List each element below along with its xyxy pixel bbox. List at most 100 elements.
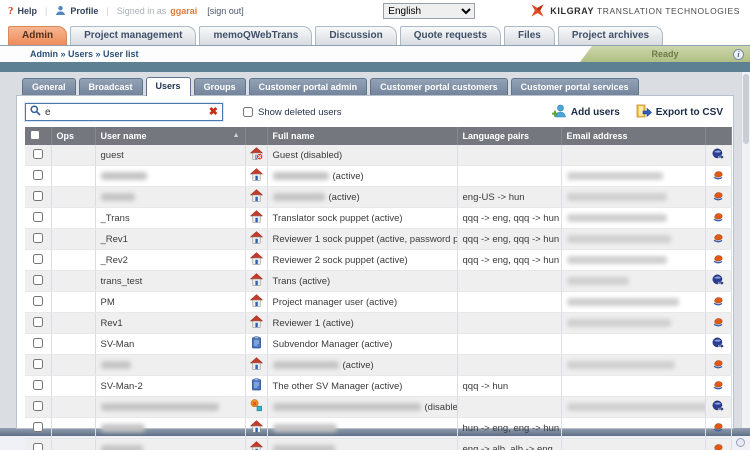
sub-tab-customer-portal-services[interactable]: Customer portal services [511, 78, 639, 95]
globe-arrow-icon[interactable] [712, 274, 724, 289]
info-icon[interactable]: i [733, 49, 744, 60]
row-select-checkbox[interactable] [33, 233, 43, 243]
sub-tab-general[interactable]: General [22, 78, 76, 95]
user-type-cell [245, 418, 267, 439]
nav-tab-discussion[interactable]: Discussion [315, 26, 396, 45]
hand-icon[interactable] [712, 253, 724, 268]
row-select-checkbox[interactable] [33, 254, 43, 264]
row-select-checkbox[interactable] [33, 170, 43, 180]
username-cell[interactable]: _Trans [95, 208, 245, 229]
row-select-checkbox[interactable] [33, 443, 43, 450]
show-deleted-checkbox[interactable] [243, 107, 253, 117]
table-row: hun -> eng, eng -> hun [25, 418, 731, 439]
nav-tab-project-archives[interactable]: Project archives [558, 26, 663, 45]
username-cell[interactable] [95, 166, 245, 187]
nav-tab-project-management[interactable]: Project management [70, 26, 196, 45]
row-select-cell [25, 250, 51, 271]
hand-icon[interactable] [712, 211, 724, 226]
column-header-icon-3[interactable] [245, 127, 267, 145]
language-select[interactable]: English [383, 3, 475, 19]
redacted-text [273, 445, 335, 450]
username-cell[interactable]: _Rev2 [95, 250, 245, 271]
row-select-checkbox[interactable] [33, 359, 43, 369]
username-cell[interactable]: SV-Man [95, 334, 245, 355]
vertical-scrollbar[interactable] [741, 72, 750, 428]
row-select-checkbox[interactable] [33, 212, 43, 222]
export-csv-button[interactable]: Export to CSV [636, 104, 723, 121]
sign-out-link[interactable]: [sign out] [207, 6, 244, 16]
house-icon [250, 420, 263, 436]
globe-arrow-icon[interactable] [712, 337, 724, 352]
username-cell[interactable] [95, 418, 245, 439]
username-cell[interactable]: trans_test [95, 271, 245, 292]
add-users-button[interactable]: Add users [551, 104, 620, 121]
sub-tab-broadcast[interactable]: Broadcast [79, 78, 143, 95]
row-select-checkbox[interactable] [33, 149, 43, 159]
language-pairs-cell: hun -> eng, eng -> hun [457, 418, 561, 439]
sub-tab-customer-portal-customers[interactable]: Customer portal customers [370, 78, 508, 95]
profile-link[interactable]: Profile [55, 5, 98, 18]
show-deleted-toggle[interactable]: Show deleted users [243, 107, 341, 118]
hand-icon[interactable] [712, 232, 724, 247]
nav-tab-memoqwebtrans[interactable]: memoQWebTrans [199, 26, 312, 45]
globe-arrow-icon[interactable] [712, 148, 724, 163]
hand-icon[interactable] [712, 358, 724, 373]
help-link[interactable]: ? Help [8, 5, 37, 17]
hand-icon[interactable] [712, 295, 724, 310]
username-cell[interactable] [95, 439, 245, 450]
username-cell[interactable] [95, 187, 245, 208]
username-cell[interactable] [95, 397, 245, 418]
user-type-cell [245, 397, 267, 418]
users-toolbar: ✖ Show deleted users Add users Export [17, 96, 733, 127]
scrollbar-thumb[interactable] [743, 74, 749, 144]
column-header-icon-7[interactable] [705, 127, 731, 145]
row-select-checkbox[interactable] [33, 422, 43, 432]
hand-icon[interactable] [712, 442, 724, 450]
sub-tab-users[interactable]: Users [146, 77, 191, 96]
footer-info-icon[interactable] [736, 438, 745, 447]
language-pairs-cell [457, 355, 561, 376]
hand-icon[interactable] [712, 190, 724, 205]
hand-icon[interactable] [712, 421, 724, 436]
hand-icon[interactable] [712, 379, 724, 394]
row-select-checkbox[interactable] [33, 380, 43, 390]
username-cell[interactable]: PM [95, 292, 245, 313]
row-select-checkbox[interactable] [33, 275, 43, 285]
language-pairs-cell [457, 313, 561, 334]
hand-icon[interactable] [712, 169, 724, 184]
nav-tab-admin[interactable]: Admin [8, 26, 67, 45]
nav-tab-files[interactable]: Files [504, 26, 555, 45]
user-type-cell [245, 250, 267, 271]
row-select-checkbox[interactable] [33, 296, 43, 306]
hand-icon[interactable] [712, 316, 724, 331]
column-header-user-name[interactable]: User name▲ [95, 127, 245, 145]
row-select-checkbox[interactable] [33, 317, 43, 327]
username-cell[interactable]: guest [95, 145, 245, 166]
nav-tab-quote-requests[interactable]: Quote requests [400, 26, 501, 45]
table-row: SV-Man Subvendor Manager (active) [25, 334, 731, 355]
row-select-checkbox[interactable] [33, 191, 43, 201]
select-all-checkbox[interactable] [30, 130, 40, 140]
clear-search-icon[interactable]: ✖ [209, 107, 218, 118]
user-filter-input[interactable] [45, 107, 205, 118]
column-header-email-address[interactable]: Email address [561, 127, 705, 145]
globe-arrow-icon[interactable] [712, 400, 724, 415]
ops-cell [51, 292, 95, 313]
table-row: trans_test Trans (active) [25, 271, 731, 292]
username-cell[interactable] [95, 355, 245, 376]
row-select-checkbox[interactable] [33, 338, 43, 348]
username-cell[interactable]: Rev1 [95, 313, 245, 334]
column-header-full-name[interactable]: Full name [267, 127, 457, 145]
sub-tab-customer-portal-admin[interactable]: Customer portal admin [249, 78, 368, 95]
fullname-cell: (active) [267, 355, 457, 376]
username-cell[interactable]: SV-Man-2 [95, 376, 245, 397]
language-pairs-cell: qqq -> eng, qqq -> hun [457, 229, 561, 250]
column-header-ops[interactable]: Ops [51, 127, 95, 145]
sort-asc-icon[interactable]: ▲ [233, 132, 240, 139]
sub-tab-groups[interactable]: Groups [194, 78, 246, 95]
column-header-language-pairs[interactable]: Language pairs [457, 127, 561, 145]
user-type-cell [245, 229, 267, 250]
row-select-checkbox[interactable] [33, 401, 43, 411]
fullname-cell: Project manager user (active) [267, 292, 457, 313]
username-cell[interactable]: _Rev1 [95, 229, 245, 250]
